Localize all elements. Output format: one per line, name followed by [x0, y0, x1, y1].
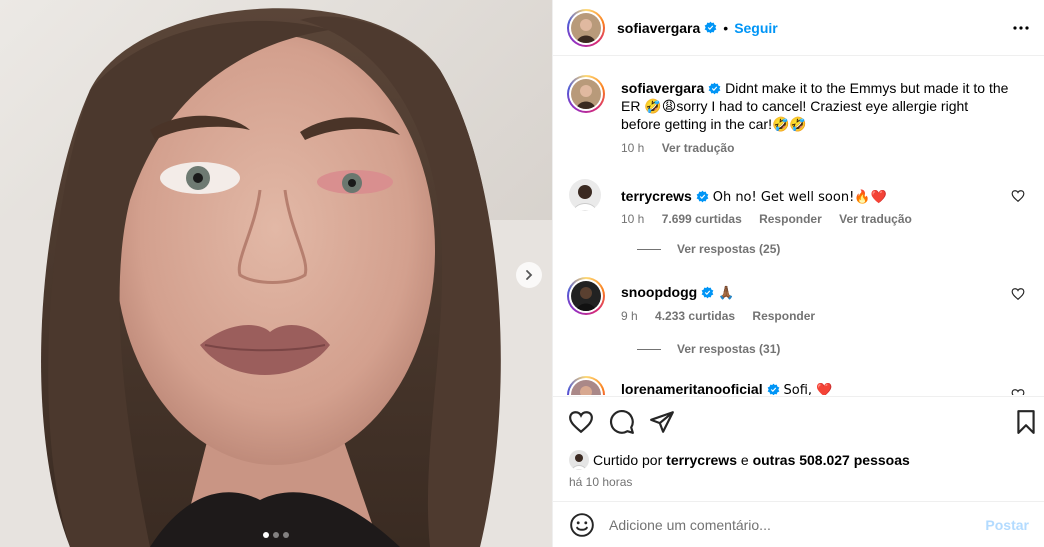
comment-text: snoopdogg 🙏🏾 [621, 283, 1011, 303]
likes-prefix: Curtido por [593, 452, 663, 468]
heart-icon[interactable] [568, 409, 594, 435]
comment-time: 10 h [621, 212, 645, 226]
author-avatar[interactable] [567, 8, 605, 47]
comment-text: lorenameritanooficial Sofi, ❤️ [621, 380, 1011, 395]
replies-divider [637, 348, 661, 350]
comment-text: terrycrews Oh no! Get well soon!🔥❤️ [621, 187, 1011, 207]
comment-input[interactable] [609, 516, 979, 533]
post-photo [0, 0, 552, 547]
caption-meta: 10 h Ver tradução [621, 141, 748, 155]
reply-button[interactable]: Responder [759, 212, 822, 226]
comments-list[interactable]: sofiavergara Didnt make it to the Emmys … [553, 57, 1044, 395]
reply-button[interactable]: Responder [752, 309, 815, 323]
carousel-dot [283, 532, 289, 538]
avatar-image [571, 380, 601, 395]
author-username[interactable]: sofiavergara [617, 20, 700, 36]
comment-translate-link[interactable]: Ver tradução [839, 212, 912, 226]
comment-icon[interactable] [609, 409, 635, 435]
comment-time: 9 h [621, 309, 638, 323]
avatar-image [571, 12, 601, 43]
liker-avatar [569, 450, 589, 470]
comment-username[interactable]: lorenameritanooficial [621, 381, 763, 395]
verified-icon [708, 82, 721, 95]
post-header: sofiavergara • Seguir [553, 0, 1044, 56]
view-replies-button[interactable]: Ver respostas (31) [637, 342, 780, 356]
header-separator: • [723, 19, 729, 36]
comment-avatar[interactable] [569, 179, 601, 211]
verified-icon [696, 190, 709, 203]
avatar-image [571, 281, 601, 311]
comment-meta: 10 h 7.699 curtidas Responder Ver traduç… [621, 212, 926, 226]
next-slide-button[interactable] [516, 262, 542, 288]
bookmark-icon[interactable] [1013, 409, 1039, 435]
caption-avatar[interactable] [567, 75, 605, 113]
view-replies-button[interactable]: Ver respostas (25) [637, 242, 780, 256]
likes-summary[interactable]: Curtido por terrycrews e outras 508.027 … [569, 450, 910, 470]
post-time: há 10 horas [569, 475, 633, 489]
comment-body: 🙏🏾 [718, 286, 735, 301]
view-replies-label: Ver respostas (31) [677, 342, 781, 356]
carousel-dot [263, 532, 269, 538]
likes-others[interactable]: outras 508.027 pessoas [753, 452, 910, 468]
post-media[interactable] [0, 0, 552, 547]
smile-icon[interactable] [569, 512, 595, 538]
replies-divider [637, 248, 661, 250]
more-options-icon[interactable] [1009, 16, 1033, 40]
verified-icon [701, 286, 714, 299]
chevron-right-icon [526, 270, 533, 280]
caption-time: 10 h [621, 141, 645, 155]
comment-row: terrycrews Oh no! Get well soon!🔥❤️ 10 h… [567, 179, 1037, 289]
comment-username[interactable]: snoopdogg [621, 284, 697, 300]
verified-icon [767, 383, 779, 395]
post-actions: Curtido por terrycrews e outras 508.027 … [553, 396, 1044, 501]
share-icon[interactable] [649, 409, 675, 435]
comment-username[interactable]: terrycrews [621, 188, 692, 204]
caption-row: sofiavergara Didnt make it to the Emmys … [567, 75, 1037, 165]
view-replies-label: Ver respostas (25) [677, 242, 781, 256]
comment-composer: Postar [553, 501, 1044, 547]
carousel-dot [273, 532, 279, 538]
heart-icon[interactable] [1011, 189, 1025, 203]
follow-button[interactable]: Seguir [734, 20, 778, 36]
post-comment-button[interactable]: Postar [985, 517, 1029, 533]
comment-row: lorenameritanooficial Sofi, ❤️ [567, 376, 1037, 395]
comment-meta: 9 h 4.233 curtidas Responder [621, 309, 829, 323]
instagram-post-view: sofiavergara • Seguir sofiavergara Didnt… [0, 0, 1044, 547]
caption-username[interactable]: sofiavergara [621, 80, 704, 96]
caption-text: sofiavergara Didnt make it to the Emmys … [621, 79, 1011, 133]
heart-icon[interactable] [1011, 388, 1025, 395]
likes-connector: e [740, 452, 749, 468]
heart-icon[interactable] [1011, 287, 1025, 301]
caption-translate-link[interactable]: Ver tradução [662, 141, 735, 155]
comment-likes[interactable]: 4.233 curtidas [655, 309, 735, 323]
comment-body: Oh no! Get well soon!🔥❤️ [712, 190, 887, 205]
verified-icon [704, 21, 717, 34]
comment-row: snoopdogg 🙏🏾 9 h 4.233 curtidas Responde… [567, 277, 1037, 387]
liker-username[interactable]: terrycrews [666, 452, 737, 468]
avatar-image [571, 79, 601, 109]
carousel-indicator [0, 532, 552, 538]
comment-avatar[interactable] [567, 277, 605, 315]
comment-likes[interactable]: 7.699 curtidas [662, 212, 742, 226]
comment-avatar[interactable] [567, 376, 605, 395]
comment-body: Sofi, ❤️ [783, 383, 833, 395]
post-details-panel: sofiavergara • Seguir sofiavergara Didnt… [552, 0, 1044, 547]
